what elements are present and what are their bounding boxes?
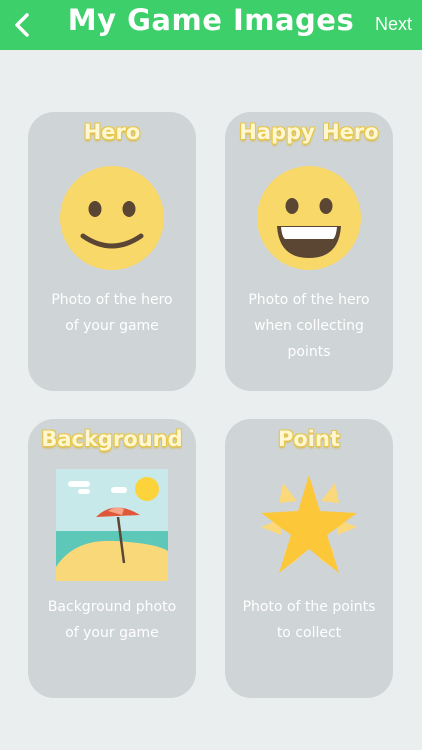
description-line: Background photo	[47, 599, 177, 615]
card-background[interactable]: Background Background photo of your game	[28, 419, 196, 698]
card-happy-hero[interactable]: Happy Hero Photo of the hero when collec…	[225, 112, 393, 391]
card-title: Background	[41, 427, 183, 451]
game-images-screen: My Game Images Next Hero Photo of the he…	[0, 0, 422, 750]
card-title: Hero	[83, 120, 141, 144]
next-button[interactable]: Next	[375, 14, 412, 35]
description-line: to collect	[276, 625, 342, 641]
description-line: points	[287, 344, 331, 360]
description-line: of your game	[65, 625, 159, 641]
nav-bar: My Game Images Next	[0, 0, 422, 50]
card-description: Photo of the hero of your game	[36, 287, 188, 339]
description-line: when collecting	[254, 318, 364, 334]
beach-umbrella-icon	[56, 469, 168, 581]
card-description: Photo of the hero when collecting points	[233, 287, 385, 365]
description-line: Photo of the hero	[248, 292, 370, 308]
page-title: My Game Images	[67, 3, 355, 37]
card-title: Happy Hero	[239, 120, 379, 144]
card-hero[interactable]: Hero Photo of the hero of your game	[28, 112, 196, 391]
card-point[interactable]: Point Photo of the points to collect	[225, 419, 393, 698]
description-line: Photo of the hero	[51, 292, 173, 308]
description-line: of your game	[65, 318, 159, 334]
card-title: Point	[277, 427, 340, 451]
smiling-face-icon	[60, 166, 164, 270]
card-description: Photo of the points to collect	[233, 594, 385, 646]
card-description: Background photo of your game	[36, 594, 188, 646]
description-line: Photo of the points	[242, 599, 376, 615]
star-icon	[261, 475, 357, 573]
grinning-face-icon	[257, 166, 361, 270]
